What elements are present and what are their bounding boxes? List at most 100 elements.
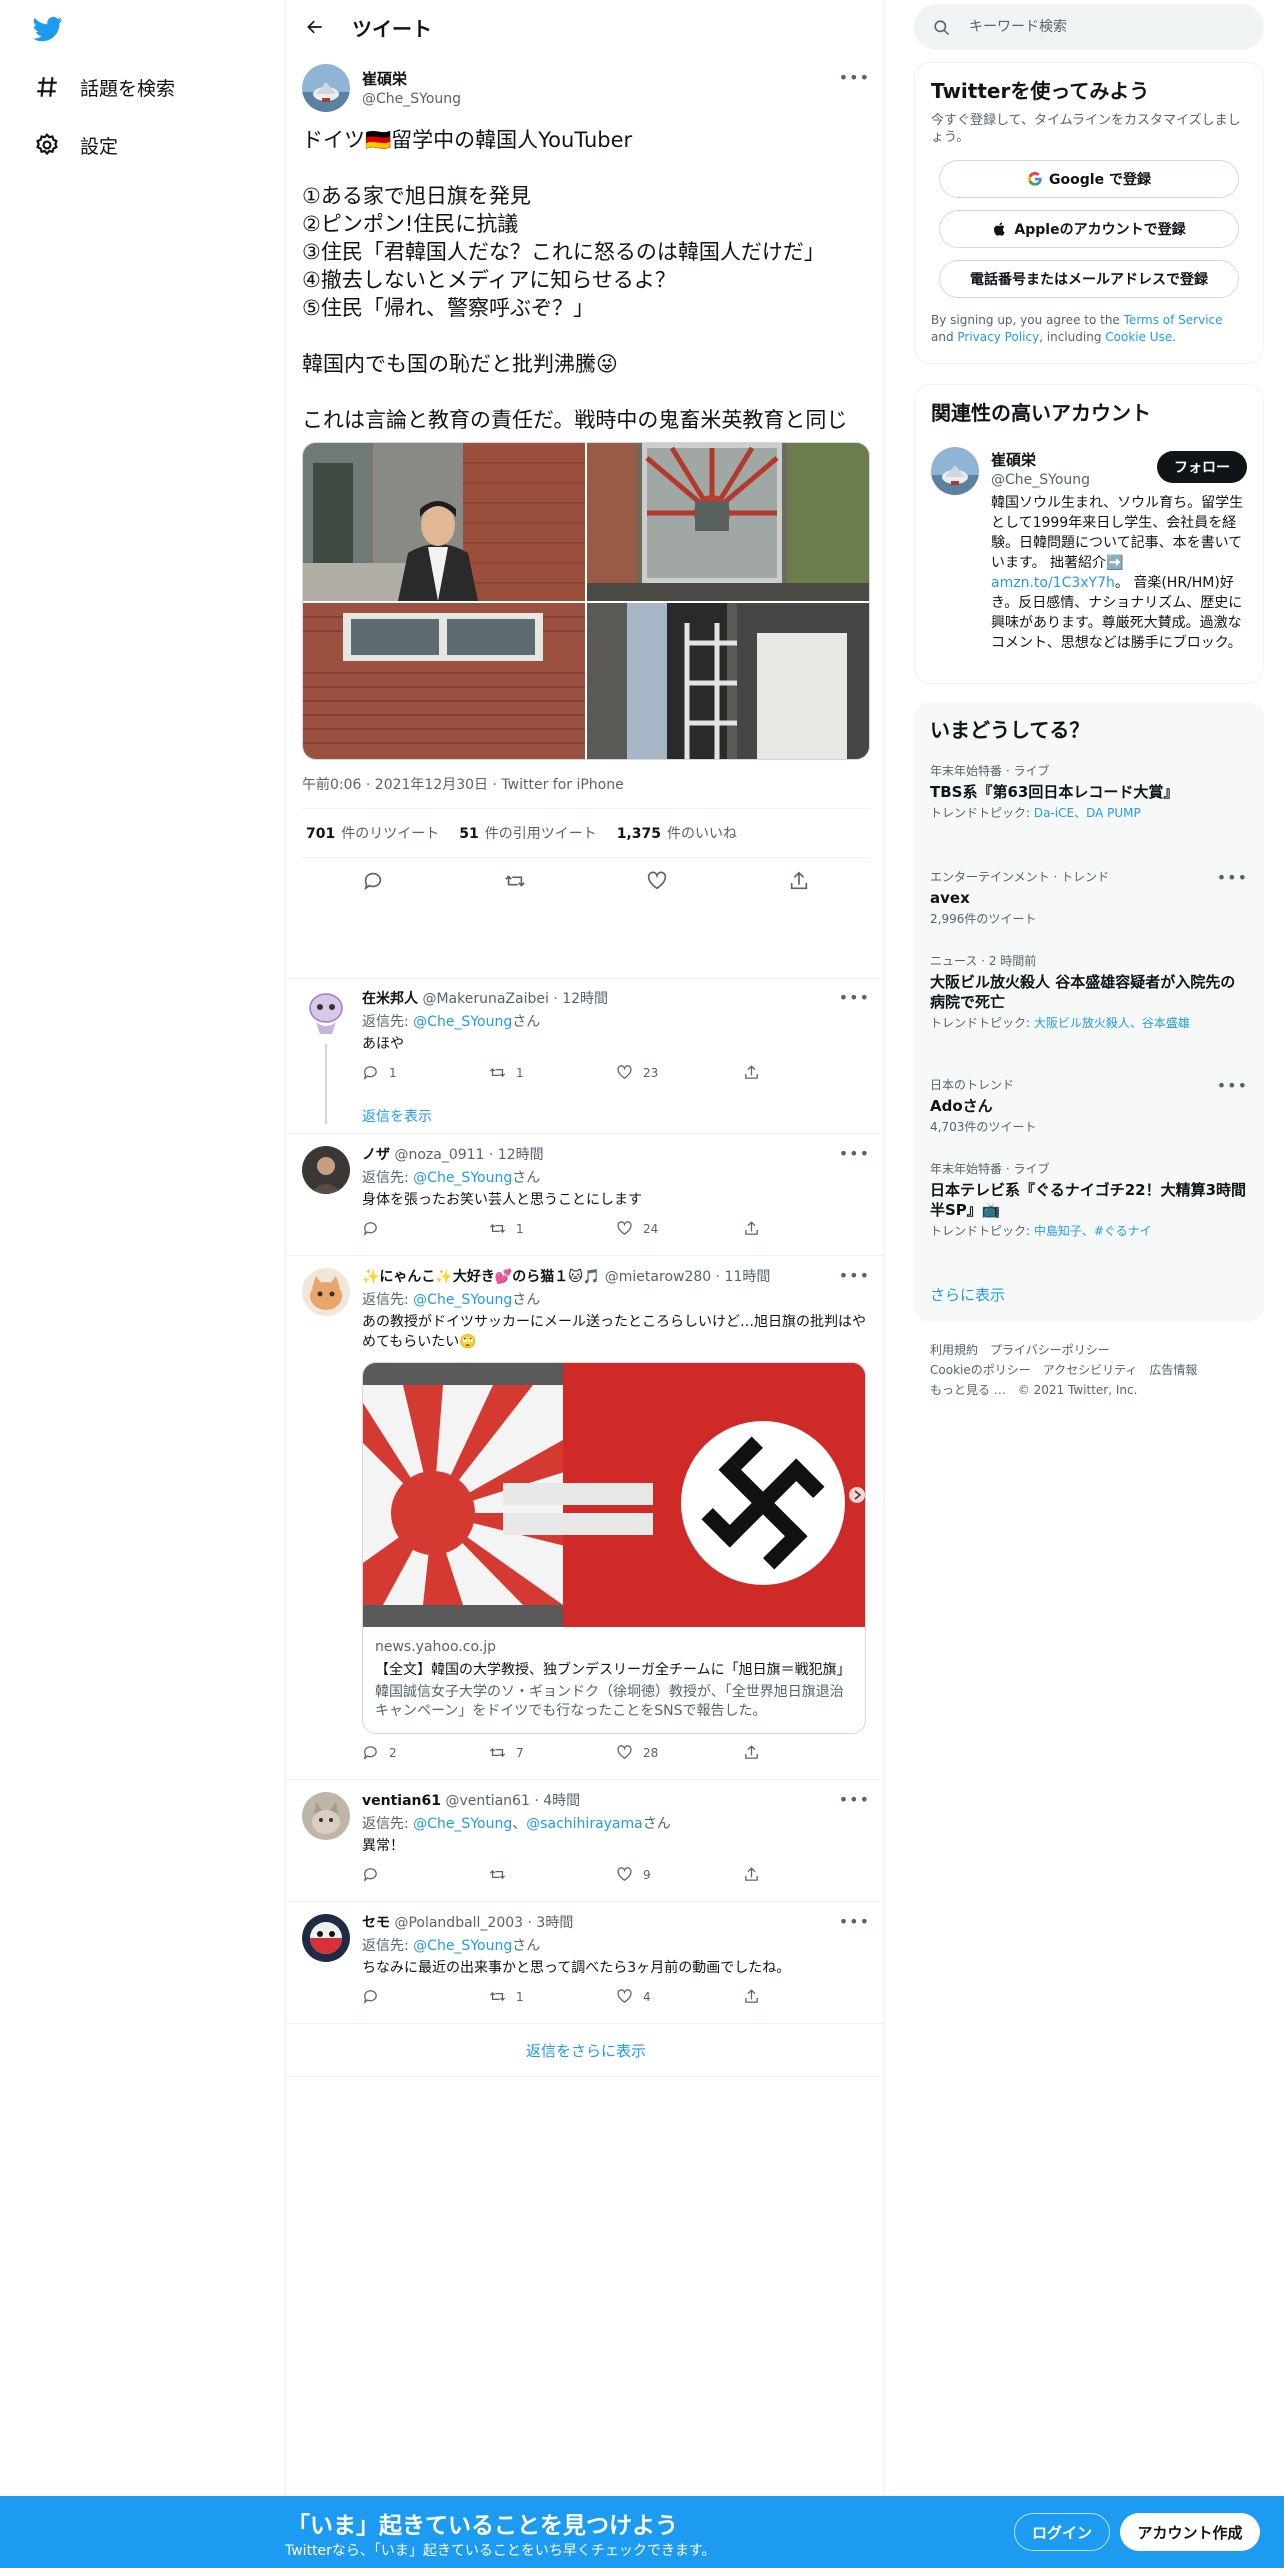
footer-privacy-link[interactable]: プライバシーポリシー (990, 1343, 1110, 1357)
reply-author-name[interactable]: 在米邦人 (362, 991, 418, 1007)
retweet-button[interactable]: 7 (489, 1744, 616, 1761)
reply-icon[interactable] (362, 870, 384, 892)
like-button[interactable]: 28 (616, 1744, 743, 1761)
reply-author-name[interactable]: ventian61 (362, 1793, 441, 1809)
share-button[interactable] (743, 1220, 870, 1237)
link-card-image[interactable] (363, 1363, 865, 1627)
more-options-icon[interactable]: ••• (839, 1790, 870, 1809)
reply-to-mention[interactable]: @Che_SYoung (413, 1938, 512, 1954)
reply-button[interactable] (362, 1866, 489, 1883)
share-button[interactable] (743, 1988, 870, 2005)
quotes-stat[interactable]: 51 件の引用ツイート (459, 823, 596, 843)
share-icon[interactable] (788, 870, 810, 892)
media-photo-3[interactable] (303, 603, 585, 759)
twitter-logo-icon[interactable] (31, 14, 65, 44)
trends-show-more-link[interactable]: さらに表示 (930, 1284, 1005, 1305)
footer-cookie-link[interactable]: Cookieのポリシー (930, 1363, 1031, 1377)
link-card[interactable]: news.yahoo.co.jp 【全文】韓国の大学教授、独ブンデスリーガ全チー… (362, 1362, 866, 1734)
reply-to-mention[interactable]: @Che_SYoung (413, 1170, 512, 1186)
like-button[interactable]: 23 (616, 1064, 743, 1081)
trend-item[interactable]: エンターテインメント · トレンド avex 2,996件のツイート ••• (930, 868, 1248, 927)
like-icon[interactable] (646, 870, 668, 892)
reply-tweet[interactable]: ventian61 @ventian61 · 4時間 返信先: @Che_SYo… (286, 1780, 886, 1902)
show-replies-link[interactable]: 返信を表示 (362, 1106, 432, 1126)
more-options-icon[interactable]: ••• (839, 1144, 870, 1163)
author-name[interactable]: 崔碩栄 (362, 68, 461, 89)
share-button[interactable] (743, 1744, 870, 1761)
bio-link[interactable]: amzn.to/1C3xY7h (991, 575, 1115, 591)
more-options-icon[interactable]: ••• (839, 1912, 870, 1931)
footer-more-link[interactable]: もっと見る … (930, 1383, 1006, 1397)
login-button[interactable]: ログイン (1014, 2513, 1110, 2551)
terms-link[interactable]: Terms of Service (1124, 313, 1223, 327)
reply-tweet[interactable]: セモ @Polandball_2003 · 3時間 返信先: @Che_SYou… (286, 1902, 886, 2024)
reply-time[interactable]: · 3時間 (528, 1915, 574, 1931)
apple-signup-button[interactable]: Appleのアカウントで登録 (939, 210, 1239, 248)
back-arrow-icon[interactable] (300, 12, 330, 42)
retweet-button[interactable]: 1 (489, 1064, 616, 1081)
trend-item[interactable]: 年末年始特番 · ライブ 日本テレビ系『ぐるナイゴチ22！大精算3時間半SP』📺… (930, 1160, 1248, 1239)
trend-topic-links[interactable]: 中島知子、#ぐるナイ (1034, 1224, 1152, 1238)
reply-time[interactable]: · 11時間 (716, 1269, 771, 1285)
reply-to-mention[interactable]: @Che_SYoung (413, 1014, 512, 1030)
more-options-icon[interactable]: ••• (839, 68, 870, 87)
show-more-replies-link[interactable]: 返信をさらに表示 (286, 2040, 886, 2061)
reply-avatar[interactable] (302, 1146, 350, 1194)
reply-avatar[interactable] (302, 1268, 350, 1316)
search-box[interactable] (914, 4, 1264, 50)
follow-button[interactable]: フォロー (1157, 451, 1247, 483)
footer-ads-link[interactable]: 広告情報 (1149, 1363, 1197, 1377)
reply-to-mention-2[interactable]: @sachihirayama (526, 1816, 643, 1832)
author-handle[interactable]: @Che_SYoung (362, 91, 461, 107)
reply-time[interactable]: · 12時間 (489, 1147, 544, 1163)
reply-avatar[interactable] (302, 990, 350, 1038)
reply-time[interactable]: · 4時間 (534, 1793, 580, 1809)
like-button[interactable]: 9 (616, 1866, 743, 1883)
more-options-icon[interactable]: ••• (839, 988, 870, 1007)
reply-button[interactable] (362, 1988, 489, 2005)
trend-item[interactable]: ニュース · 2 時間前 大阪ビル放火殺人 谷本盛雄容疑者が入院先の病院で死亡 … (930, 952, 1248, 1031)
reply-author-handle[interactable]: @ventian61 (445, 1793, 529, 1809)
link-card-title[interactable]: 【全文】韓国の大学教授、独ブンデスリーガ全チームに「旭日旗＝戦犯旗」 (375, 1659, 853, 1679)
share-button[interactable] (743, 1866, 870, 1883)
reply-author-name[interactable]: ノザ (362, 1147, 390, 1163)
media-photo-4[interactable] (587, 603, 869, 759)
like-button[interactable]: 24 (616, 1220, 743, 1237)
reply-author-name[interactable]: セモ (362, 1915, 390, 1931)
author-avatar[interactable] (302, 64, 350, 112)
reply-button[interactable]: 1 (362, 1064, 489, 1081)
retweet-button[interactable]: 1 (489, 1988, 616, 2005)
retweets-stat[interactable]: 701 件のリツイート (306, 823, 439, 843)
reply-tweet[interactable]: ✨にゃんこ✨大好き💕のら猫１🐱🎵 @mietarow280 · 11時間 返信先… (286, 1256, 886, 1780)
like-button[interactable]: 4 (616, 1988, 743, 2005)
retweet-icon[interactable] (504, 870, 526, 892)
media-photo-1[interactable] (303, 443, 585, 601)
tweet-media-grid[interactable] (302, 442, 870, 760)
reply-tweet[interactable]: 在米邦人 @MakerunaZaibei · 12時間 返信先: @Che_SY… (286, 978, 886, 1134)
related-account-avatar[interactable] (931, 447, 979, 495)
reply-button[interactable] (362, 1220, 489, 1237)
signup-button[interactable]: アカウント作成 (1120, 2513, 1260, 2551)
reply-avatar[interactable] (302, 1792, 350, 1840)
footer-terms-link[interactable]: 利用規約 (930, 1343, 978, 1357)
reply-author-handle[interactable]: @mietarow280 (605, 1269, 711, 1285)
likes-stat[interactable]: 1,375 件のいいね (617, 823, 737, 843)
nav-explore[interactable]: 話題を検索 (34, 67, 175, 107)
trend-topic-links[interactable]: Da-iCE、DA PUMP (1034, 806, 1141, 820)
reply-author-name[interactable]: ✨にゃんこ✨大好き💕のら猫１🐱🎵 (362, 1269, 600, 1285)
reply-to-mention[interactable]: @Che_SYoung (413, 1292, 512, 1308)
more-options-icon[interactable]: ••• (1217, 1076, 1248, 1095)
search-input[interactable] (969, 19, 1249, 35)
trend-topic-links[interactable]: 大阪ビル放火殺人、谷本盛雄 (1034, 1016, 1190, 1030)
related-account-name[interactable]: 崔碩栄 (991, 449, 1090, 470)
reply-button[interactable]: 2 (362, 1744, 489, 1761)
retweet-button[interactable] (489, 1866, 616, 1883)
phone-email-signup-button[interactable]: 電話番号またはメールアドレスで登録 (939, 260, 1239, 298)
reply-avatar[interactable] (302, 1914, 350, 1962)
footer-accessibility-link[interactable]: アクセシビリティ (1043, 1363, 1138, 1377)
related-account-handle[interactable]: @Che_SYoung (991, 472, 1090, 488)
media-photo-2[interactable] (587, 443, 869, 601)
reply-author-handle[interactable]: @Polandball_2003 (394, 1915, 523, 1931)
reply-time[interactable]: · 12時間 (553, 991, 608, 1007)
retweet-button[interactable]: 1 (489, 1220, 616, 1237)
